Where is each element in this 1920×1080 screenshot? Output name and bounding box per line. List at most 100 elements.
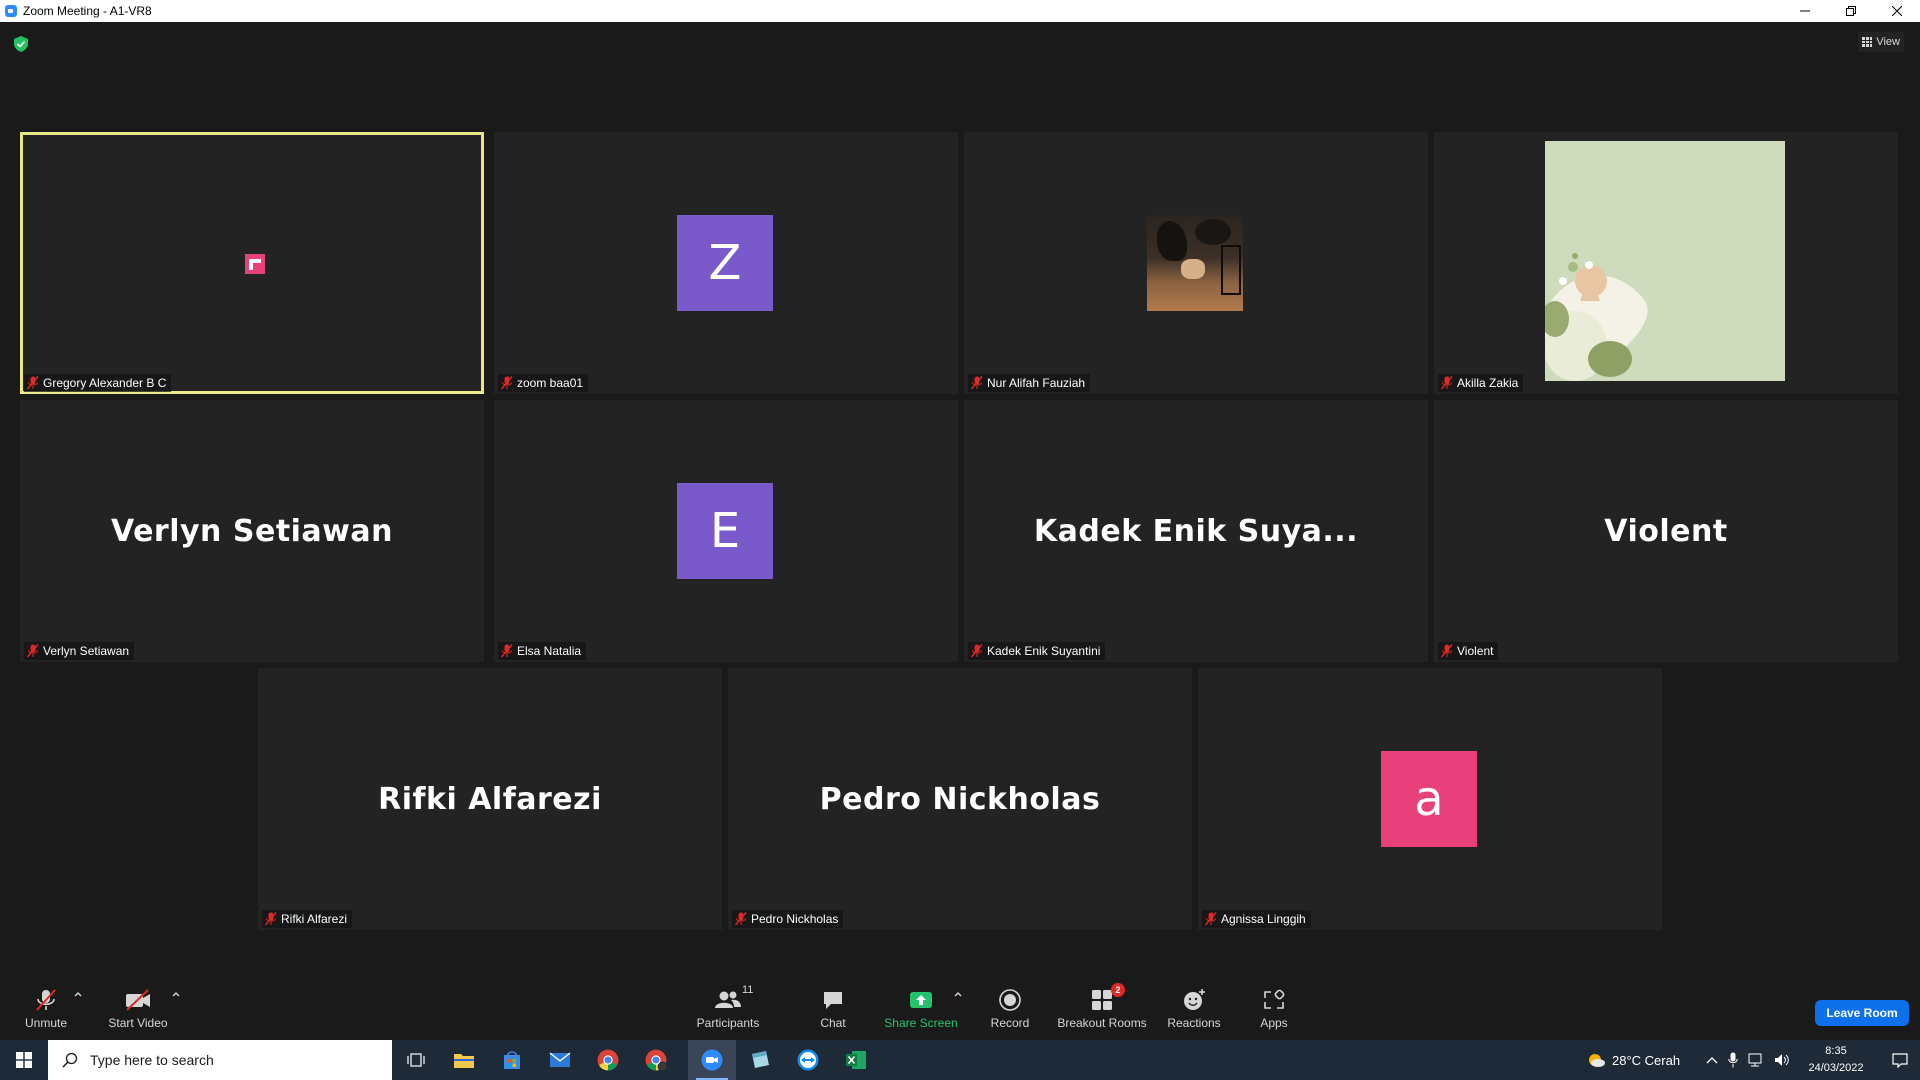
unmute-button[interactable]: Unmute [18,970,74,1040]
excel-taskbar-button[interactable] [832,1040,880,1080]
share-options-chevron-up-icon[interactable] [953,990,963,998]
excel-icon [846,1051,866,1069]
record-button[interactable]: Record [984,970,1036,1040]
video-off-icon [126,989,150,1011]
video-tile-rifki[interactable]: Rifki Alfarezi Rifki Alfarezi [258,668,722,930]
task-view-button[interactable] [392,1040,440,1080]
profile-image [245,254,265,274]
participant-name-tag: Gregory Alexander B C [24,374,172,392]
video-tile-gregory[interactable]: Gregory Alexander B C [20,132,484,394]
volume-icon[interactable] [1774,1052,1790,1068]
participant-name-tag: Rifki Alfarezi [262,910,353,928]
participant-name-tag: Violent [1438,642,1499,660]
apps-button[interactable]: Apps [1250,970,1298,1040]
chat-button[interactable]: Chat [808,970,858,1040]
view-button[interactable]: View [1858,32,1904,52]
participant-name: Akilla Zakia [1457,376,1519,390]
search-icon [62,1052,78,1068]
smiley-plus-icon [1184,989,1205,1010]
store-bag-icon [504,1051,520,1069]
notes-taskbar-button[interactable] [736,1040,784,1080]
chrome-taskbar-button[interactable] [584,1040,632,1080]
breakout-rooms-label: Breakout Rooms [1057,1016,1147,1030]
record-label: Record [990,1016,1030,1030]
muted-mic-icon [501,376,513,390]
microphone-icon[interactable] [1728,1052,1738,1068]
start-video-label: Start Video [108,1016,168,1030]
participant-name: Pedro Nickholas [751,912,839,926]
breakout-rooms-button[interactable]: 2 Breakout Rooms [1054,970,1150,1040]
weather-widget[interactable]: 28°C Cerah [1586,1040,1680,1080]
participant-display-name: Rifki Alfarezi [378,781,602,817]
audio-options-chevron-up-icon[interactable] [73,990,83,998]
minimize-button[interactable] [1782,0,1828,22]
muted-mic-icon [971,376,983,390]
file-explorer-taskbar-button[interactable] [440,1040,488,1080]
leave-room-button[interactable]: Leave Room [1815,1000,1909,1026]
meeting-area: View Gregory Alexander B C Z zoom baa01 … [0,22,1920,970]
view-label: View [1876,36,1900,48]
participant-name: zoom baa01 [517,376,584,390]
breakout-rooms-badge: 2 [1111,983,1125,997]
video-tile-verlyn[interactable]: Verlyn Setiawan Verlyn Setiawan [20,400,484,662]
video-tile-elsa[interactable]: E Elsa Natalia [494,400,958,662]
meeting-toolbar: Unmute Start Video 11 Participants Chat [0,970,1920,1040]
grid-view-icon [1862,37,1873,47]
taskbar-clock[interactable]: 8:35 24/03/2022 [1796,1043,1876,1077]
close-button[interactable] [1874,0,1920,22]
window-controls [1782,0,1920,22]
participants-button[interactable]: 11 Participants [690,970,766,1040]
share-screen-arrow-icon [910,992,932,1008]
chrome-profile-taskbar-button[interactable] [632,1040,680,1080]
participant-name: Nur Alifah Fauziah [987,376,1086,390]
mail-taskbar-button[interactable] [536,1040,584,1080]
start-video-button[interactable]: Start Video [104,970,172,1040]
participants-count: 11 [742,984,754,996]
mail-icon [549,1052,571,1067]
weather-sun-cloud-icon [1589,1054,1605,1067]
muted-mic-icon [27,376,39,390]
participant-name: Elsa Natalia [517,644,582,658]
share-screen-label: Share Screen [884,1016,958,1030]
apps-label: Apps [1260,1016,1288,1030]
encryption-shield-icon[interactable] [14,36,28,52]
participant-name: Kadek Enik Suyantini [987,644,1101,658]
apps-icon [1264,989,1285,1009]
chat-bubble-icon [824,992,842,1009]
restore-button[interactable] [1828,0,1874,22]
video-tile-violent[interactable]: Violent Violent [1434,400,1898,662]
video-tile-akilla[interactable]: Akilla Zakia [1434,132,1898,394]
video-tile-agnissa[interactable]: a Agnissa Linggih [1198,668,1662,930]
participant-name-tag: Elsa Natalia [498,642,587,660]
video-tile-kadek[interactable]: Kadek Enik Suya... Kadek Enik Suyantini [964,400,1428,662]
chrome-icon [597,1049,619,1071]
video-options-chevron-up-icon[interactable] [171,990,181,998]
zoom-taskbar-button[interactable] [688,1040,736,1080]
folder-icon [454,1054,474,1068]
search-placeholder: Type here to search [90,1052,214,1068]
participant-display-name: Pedro Nickholas [819,781,1101,817]
notifications-button[interactable] [1880,1040,1920,1080]
avatar: E [677,483,773,579]
start-button[interactable] [0,1040,48,1080]
video-tile-nur-alifah[interactable]: Nur Alifah Fauziah [964,132,1428,394]
windows-logo-icon [16,1052,32,1068]
chrome-profile-icon [645,1049,667,1071]
participant-name: Verlyn Setiawan [43,644,130,658]
reactions-button[interactable]: Reactions [1164,970,1224,1040]
teamviewer-taskbar-button[interactable] [784,1040,832,1080]
clock-date: 24/03/2022 [1808,1062,1864,1074]
video-tile-pedro[interactable]: Pedro Nickholas Pedro Nickholas [728,668,1192,930]
avatar: Z [677,215,773,311]
avatar: a [1381,751,1477,847]
notepad-icon [752,1051,769,1068]
reactions-label: Reactions [1167,1016,1221,1030]
share-screen-button[interactable]: Share Screen [882,970,960,1040]
participant-display-name: Kadek Enik Suya... [1033,513,1359,549]
participant-name: Rifki Alfarezi [281,912,348,926]
store-taskbar-button[interactable] [488,1040,536,1080]
show-hidden-icons-chevron-up-icon[interactable] [1706,1056,1718,1064]
taskbar-search-box[interactable]: Type here to search [48,1040,392,1080]
network-icon[interactable] [1748,1052,1764,1068]
video-tile-zoom-baa01[interactable]: Z zoom baa01 [494,132,958,394]
